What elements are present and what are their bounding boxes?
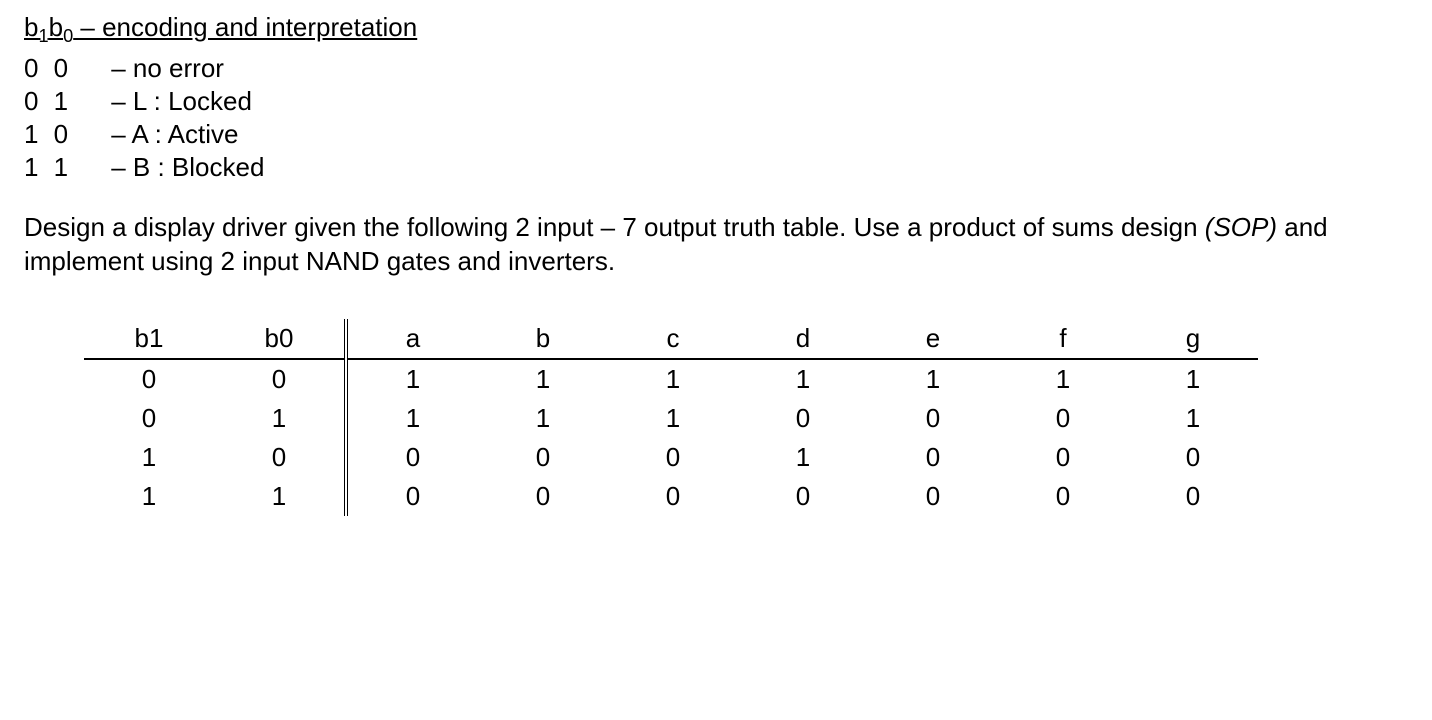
encoding-bits: 1 0 bbox=[24, 119, 104, 150]
truth-table: b1 b0 a b c d e f g 0 0 1 1 1 1 1 1 1 bbox=[84, 319, 1258, 516]
problem-statement: Design a display driver given the follow… bbox=[24, 211, 1404, 279]
cell: 0 bbox=[346, 477, 478, 516]
encoding-row: 1 1 – B : Blocked bbox=[24, 152, 1408, 183]
cell: 1 bbox=[998, 359, 1128, 399]
col-f: f bbox=[998, 319, 1128, 359]
cell: 1 bbox=[478, 359, 608, 399]
problem-part1: Design a display driver given the follow… bbox=[24, 212, 1205, 242]
cell: 0 bbox=[738, 477, 868, 516]
cell: 1 bbox=[1128, 399, 1258, 438]
cell: 0 bbox=[346, 438, 478, 477]
col-a: a bbox=[346, 319, 478, 359]
cell: 0 bbox=[608, 477, 738, 516]
cell: 1 bbox=[868, 359, 998, 399]
cell: 0 bbox=[998, 477, 1128, 516]
table-header-row: b1 b0 a b c d e f g bbox=[84, 319, 1258, 359]
cell: 0 bbox=[868, 438, 998, 477]
cell: 1 bbox=[738, 359, 868, 399]
encoding-desc: – L : Locked bbox=[111, 86, 252, 116]
encoding-row: 1 0 – A : Active bbox=[24, 119, 1408, 150]
encoding-desc: – no error bbox=[111, 53, 224, 83]
cell: 1 bbox=[84, 438, 214, 477]
cell: 0 bbox=[998, 399, 1128, 438]
col-g: g bbox=[1128, 319, 1258, 359]
cell: 0 bbox=[84, 359, 214, 399]
encoding-bits: 0 0 bbox=[24, 53, 104, 84]
cell: 1 bbox=[84, 477, 214, 516]
table-row: 1 1 0 0 0 0 0 0 0 bbox=[84, 477, 1258, 516]
encoding-bits: 0 1 bbox=[24, 86, 104, 117]
encoding-row: 0 0 – no error bbox=[24, 53, 1408, 84]
problem-sop: (SOP) bbox=[1205, 212, 1277, 242]
col-e: e bbox=[868, 319, 998, 359]
cell: 0 bbox=[1128, 438, 1258, 477]
encoding-row: 0 1 – L : Locked bbox=[24, 86, 1408, 117]
section-heading: b1b0 – encoding and interpretation bbox=[24, 12, 1408, 47]
cell: 1 bbox=[346, 359, 478, 399]
cell: 0 bbox=[868, 399, 998, 438]
col-b1: b1 bbox=[84, 319, 214, 359]
cell: 0 bbox=[214, 438, 346, 477]
table-row: 1 0 0 0 0 1 0 0 0 bbox=[84, 438, 1258, 477]
cell: 0 bbox=[478, 438, 608, 477]
encoding-bits: 1 1 bbox=[24, 152, 104, 183]
heading-b1-base: b bbox=[24, 12, 38, 42]
cell: 0 bbox=[738, 399, 868, 438]
encoding-desc: – B : Blocked bbox=[111, 152, 264, 182]
col-d: d bbox=[738, 319, 868, 359]
col-b: b bbox=[478, 319, 608, 359]
cell: 0 bbox=[84, 399, 214, 438]
cell: 1 bbox=[1128, 359, 1258, 399]
heading-b0-base: b bbox=[49, 12, 63, 42]
col-c: c bbox=[608, 319, 738, 359]
cell: 0 bbox=[608, 438, 738, 477]
cell: 1 bbox=[478, 399, 608, 438]
heading-b1-sub: 1 bbox=[38, 26, 48, 46]
cell: 0 bbox=[868, 477, 998, 516]
cell: 1 bbox=[738, 438, 868, 477]
table-row: 0 0 1 1 1 1 1 1 1 bbox=[84, 359, 1258, 399]
heading-b0-sub: 0 bbox=[63, 26, 73, 46]
cell: 1 bbox=[608, 399, 738, 438]
col-b0: b0 bbox=[214, 319, 346, 359]
cell: 0 bbox=[998, 438, 1128, 477]
cell: 1 bbox=[346, 399, 478, 438]
cell: 1 bbox=[608, 359, 738, 399]
cell: 1 bbox=[214, 477, 346, 516]
cell: 0 bbox=[214, 359, 346, 399]
cell: 1 bbox=[214, 399, 346, 438]
cell: 0 bbox=[478, 477, 608, 516]
table-row: 0 1 1 1 1 0 0 0 1 bbox=[84, 399, 1258, 438]
encoding-desc: – A : Active bbox=[111, 119, 238, 149]
heading-rest: – encoding and interpretation bbox=[73, 12, 417, 42]
cell: 0 bbox=[1128, 477, 1258, 516]
